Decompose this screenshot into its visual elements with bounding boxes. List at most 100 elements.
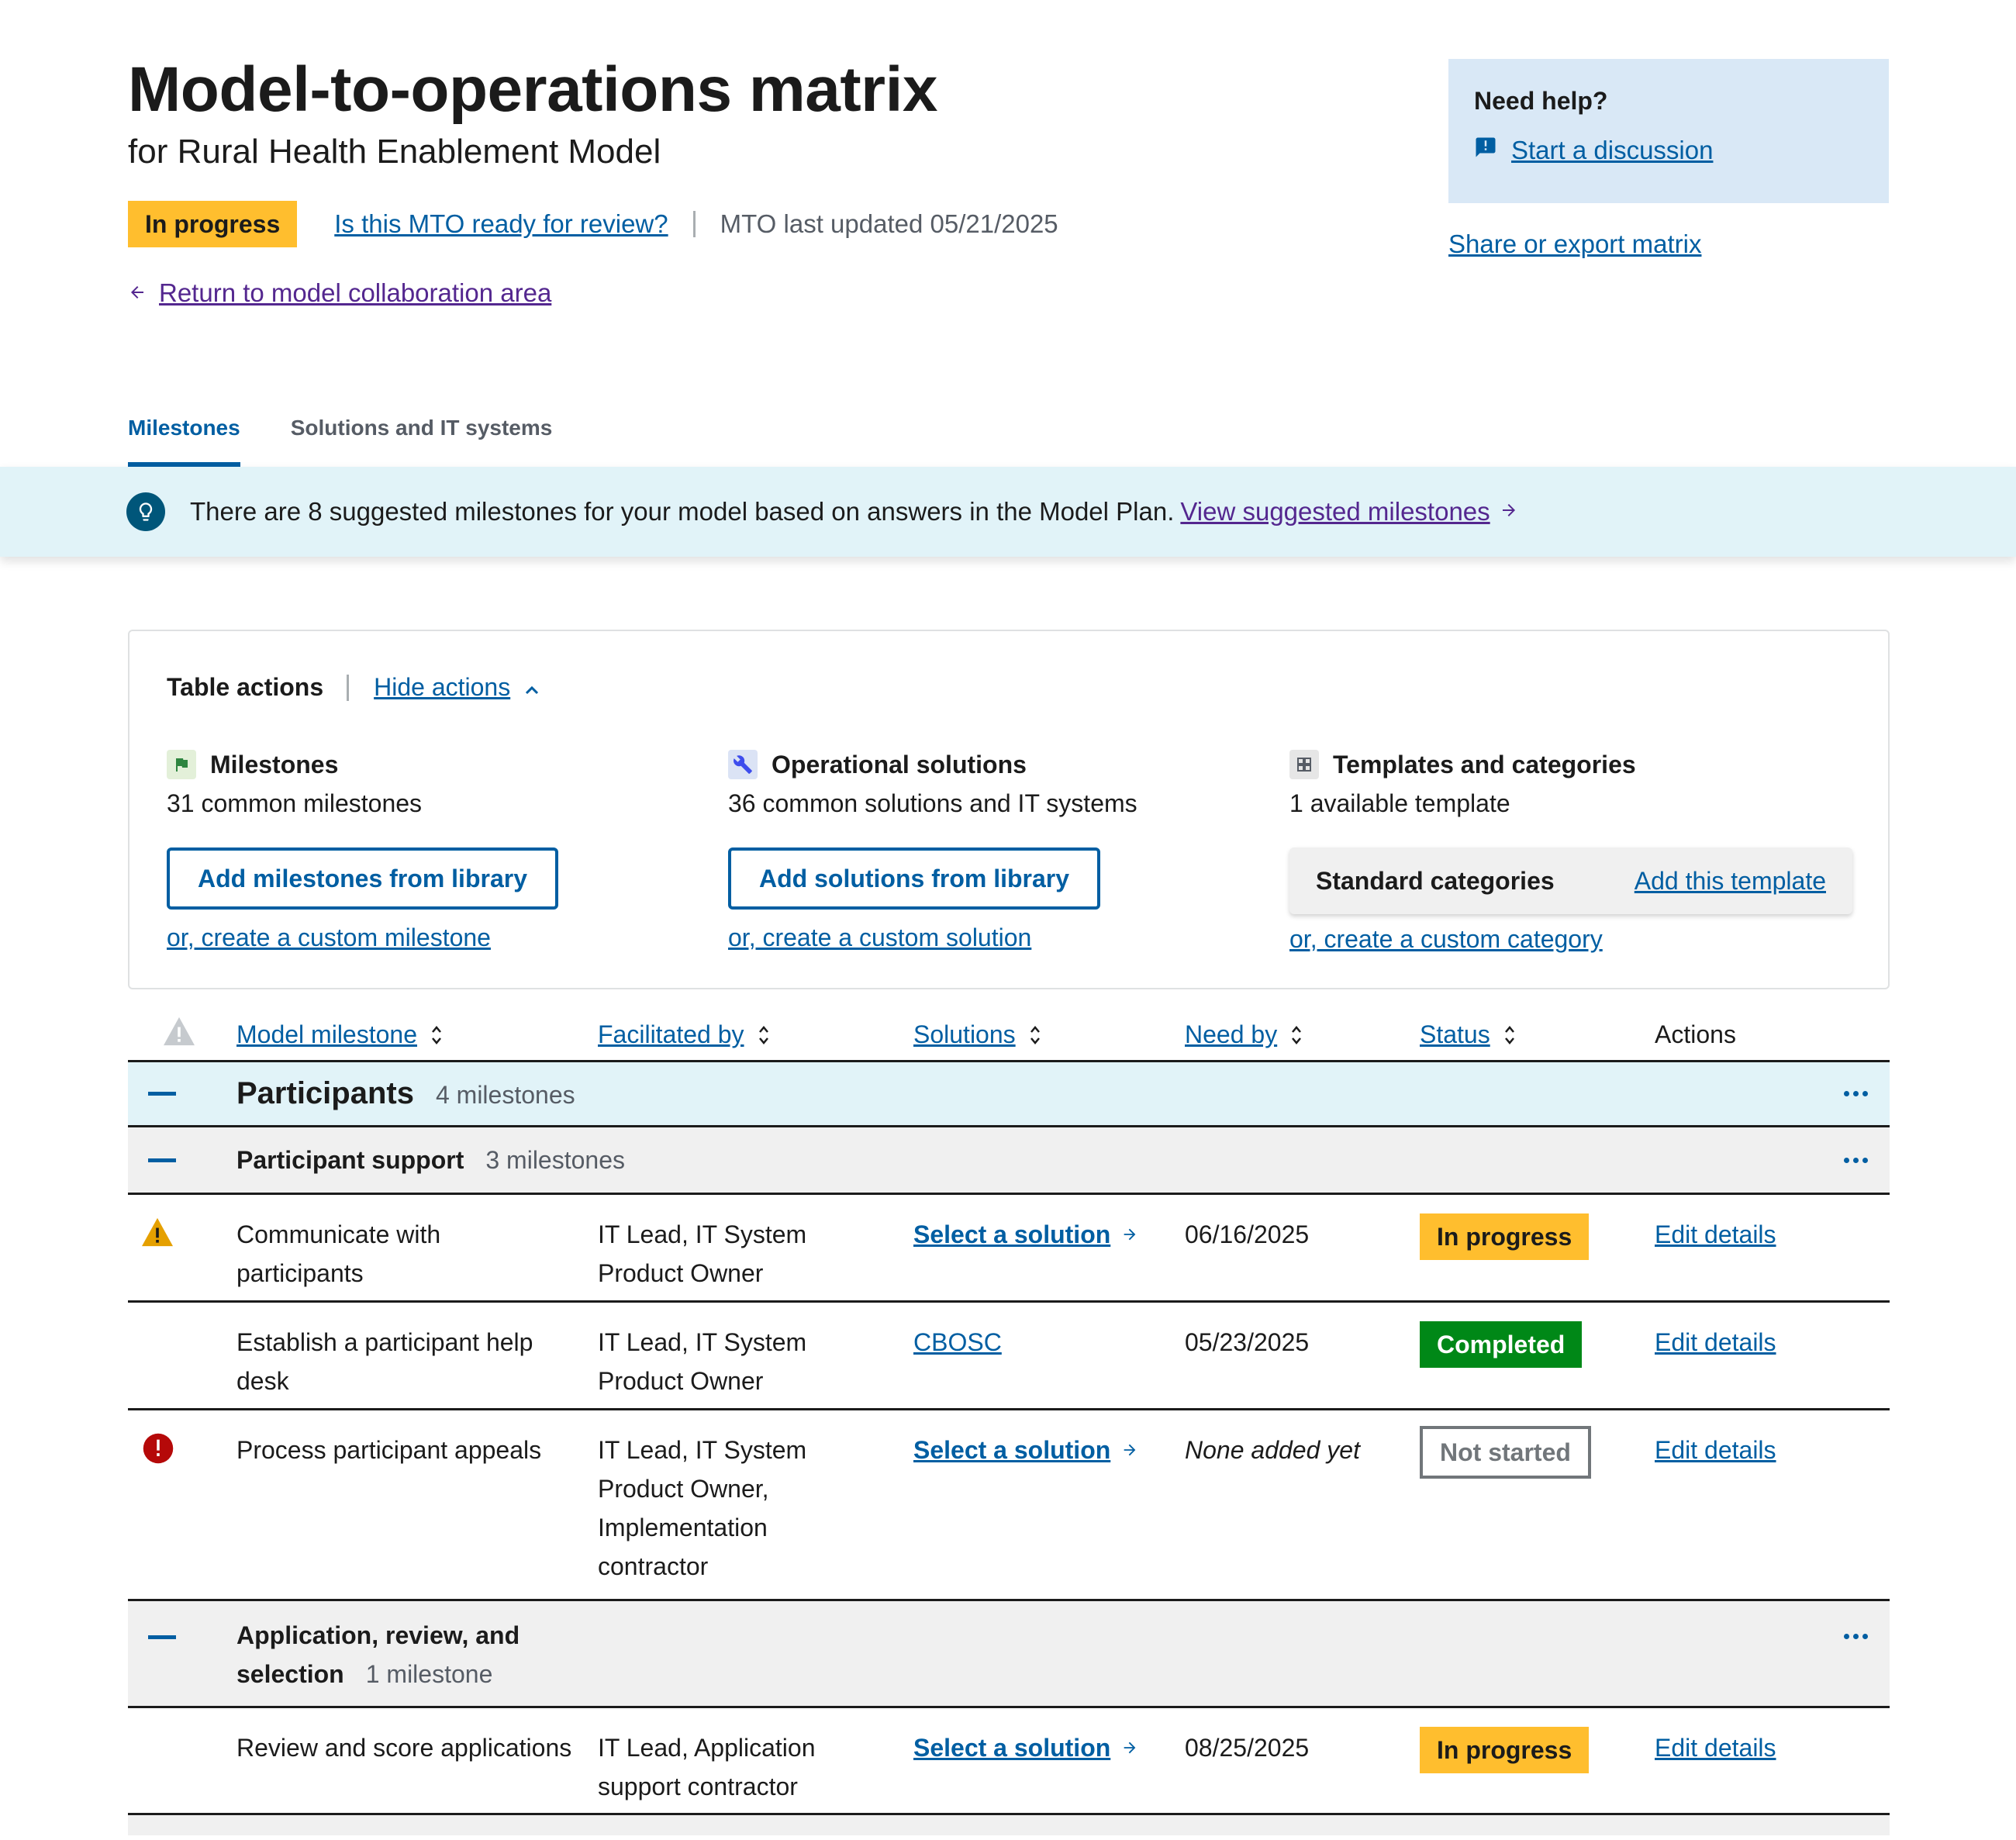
- milestone-name-line: desk: [236, 1367, 289, 1395]
- facilitated-by-line: IT Lead, IT System: [598, 1220, 807, 1248]
- suggestion-banner: There are 8 suggested milestones for you…: [0, 467, 2016, 557]
- facilitated-by-line: IT Lead, IT System: [598, 1328, 807, 1356]
- column-solutions[interactable]: Solutions: [913, 1020, 1041, 1049]
- return-row: Return to model collaboration area: [128, 278, 1415, 308]
- return-link[interactable]: Return to model collaboration area: [159, 278, 551, 308]
- column-status[interactable]: Status: [1420, 1020, 1515, 1049]
- solutions-actions-title: Operational solutions: [728, 749, 1137, 780]
- collapse-icon[interactable]: [148, 1158, 176, 1162]
- solution-link[interactable]: CBOSC: [913, 1323, 1002, 1362]
- select-solution-link[interactable]: Select a solution: [913, 1431, 1138, 1469]
- collapse-icon[interactable]: [148, 1092, 176, 1096]
- facilitated-by-line: IT Lead, IT System: [598, 1436, 807, 1464]
- edit-details-link[interactable]: Edit details: [1655, 1323, 1776, 1362]
- divider: [347, 674, 350, 701]
- milestone-name: Establish a participant help desk: [236, 1323, 533, 1400]
- facilitated-by: IT Lead, IT System Product Owner: [598, 1323, 806, 1400]
- subcategory-name-line: selection: [236, 1660, 344, 1688]
- share-export-link[interactable]: Share or export matrix: [1448, 230, 1701, 259]
- column-facilitated-by[interactable]: Facilitated by: [598, 1020, 769, 1049]
- wrench-icon: [728, 750, 758, 779]
- templates-actions-label: Templates and categories: [1333, 750, 1636, 778]
- facilitated-by-line: Implementation: [598, 1514, 768, 1541]
- milestone-name: Communicate with participants: [236, 1215, 440, 1293]
- facilitated-by-line: Product Owner,: [598, 1475, 769, 1503]
- solutions-count: 36 common solutions and IT systems: [728, 789, 1137, 817]
- status-row: In progress Is this MTO ready for review…: [128, 201, 1415, 247]
- category-count: 4 milestones: [435, 1081, 575, 1109]
- sort-model-milestone-link[interactable]: Model milestone: [236, 1020, 417, 1049]
- select-solution-link[interactable]: Select a solution: [913, 1215, 1138, 1254]
- need-by-date: None added yet: [1185, 1436, 1360, 1464]
- sort-facilitated-by-link[interactable]: Facilitated by: [598, 1020, 744, 1049]
- facilitated-by-line: Product Owner: [598, 1259, 764, 1287]
- sort-need-by-link[interactable]: Need by: [1185, 1020, 1277, 1049]
- column-need-by[interactable]: Need by: [1185, 1020, 1302, 1049]
- column-model-milestone[interactable]: Model milestone: [236, 1020, 442, 1049]
- table-actions-title: Table actions: [167, 673, 324, 701]
- collapse-icon[interactable]: [148, 1635, 176, 1639]
- templates-actions: Templates and categories 1 available tem…: [1289, 749, 1852, 954]
- edit-details-link[interactable]: Edit details: [1655, 1728, 1776, 1767]
- chevron-up-icon[interactable]: [510, 673, 540, 702]
- facilitated-by: IT Lead, IT System Product Owner, Implem…: [598, 1431, 806, 1586]
- arrow-right-icon: [1124, 1444, 1136, 1456]
- milestones-actions: Milestones 31 common milestones Add mile…: [167, 749, 558, 952]
- more-options-icon[interactable]: [1844, 1634, 1868, 1639]
- add-solutions-button[interactable]: Add solutions from library: [728, 848, 1101, 910]
- more-options-icon[interactable]: [1844, 1091, 1868, 1096]
- page-header: Model-to-operations matrix for Rural Hea…: [128, 51, 1415, 308]
- create-custom-category-link[interactable]: or, create a custom category: [1289, 925, 1852, 954]
- template-name: Standard categories: [1316, 866, 1555, 895]
- table-row: Establish a participant help desk IT Lea…: [128, 1303, 1890, 1410]
- status-badge: In progress: [1420, 1213, 1590, 1260]
- templates-actions-title: Templates and categories: [1289, 749, 1852, 780]
- milestones-table: Model milestone Facilitated by Solutions…: [128, 1008, 1890, 1835]
- select-solution-link[interactable]: Select a solution: [913, 1728, 1138, 1767]
- column-actions: Actions: [1655, 1020, 1736, 1048]
- table-row: Review and score applications IT Lead, A…: [128, 1708, 1890, 1815]
- subcategory-name-line: Application, review, and: [236, 1621, 520, 1649]
- tab-bar: Milestones Solutions and IT systems: [128, 416, 602, 468]
- tab-solutions[interactable]: Solutions and IT systems: [291, 416, 553, 468]
- template-card: Standard categories Add this template: [1289, 848, 1852, 914]
- category-row: Participants 4 milestones: [128, 1062, 1890, 1127]
- subcategory-count: 1 milestone: [365, 1660, 493, 1688]
- edit-details-link[interactable]: Edit details: [1655, 1431, 1776, 1469]
- table-actions-header: Table actions Hide actions: [167, 673, 540, 702]
- add-template-link[interactable]: Add this template: [1635, 867, 1826, 896]
- view-suggested-milestones-link[interactable]: View suggested milestones: [1180, 497, 1490, 526]
- need-by-date: 05/23/2025: [1185, 1328, 1310, 1356]
- facilitated-by: IT Lead, Application support contractor: [598, 1728, 816, 1806]
- create-custom-solution-link[interactable]: or, create a custom solution: [728, 923, 1137, 952]
- hide-actions-link[interactable]: Hide actions: [374, 673, 510, 702]
- arrow-right-icon: [1124, 1742, 1136, 1754]
- need-by-date: 08/25/2025: [1185, 1734, 1310, 1762]
- subcategory-title: Participant support 3 milestones: [236, 1141, 625, 1179]
- sort-icon: [432, 1025, 441, 1044]
- select-solution-label[interactable]: Select a solution: [913, 1728, 1110, 1767]
- solutions-actions: Operational solutions 36 common solution…: [728, 749, 1137, 952]
- select-solution-label[interactable]: Select a solution: [913, 1431, 1110, 1469]
- sort-icon: [1504, 1025, 1514, 1044]
- milestone-name: Review and score applications: [236, 1734, 572, 1762]
- help-title: Need help?: [1474, 87, 1608, 115]
- ready-for-review-link[interactable]: Is this MTO ready for review?: [334, 209, 668, 239]
- more-options-icon[interactable]: [1844, 1157, 1868, 1163]
- sort-solutions-link[interactable]: Solutions: [913, 1020, 1016, 1049]
- milestone-name-line: participants: [236, 1259, 364, 1287]
- sort-status-link[interactable]: Status: [1420, 1020, 1490, 1049]
- category-name: Participants: [236, 1076, 414, 1110]
- help-box: Need help? Start a discussion: [1448, 59, 1889, 203]
- create-custom-milestone-link[interactable]: or, create a custom milestone: [167, 923, 558, 952]
- category-title: Participants 4 milestones: [236, 1076, 575, 1111]
- table-actions-card: Table actions Hide actions Milestones 31…: [128, 630, 1890, 989]
- add-milestones-button[interactable]: Add milestones from library: [167, 848, 558, 910]
- tab-milestones[interactable]: Milestones: [128, 416, 240, 468]
- facilitated-by-line: contractor: [598, 1552, 709, 1580]
- need-by-date: 06/16/2025: [1185, 1220, 1310, 1248]
- select-solution-label[interactable]: Select a solution: [913, 1215, 1110, 1254]
- subcategory-title: Application, review, and selection 1 mile…: [236, 1616, 520, 1693]
- edit-details-link[interactable]: Edit details: [1655, 1215, 1776, 1254]
- start-discussion-link[interactable]: Start a discussion: [1511, 136, 1713, 165]
